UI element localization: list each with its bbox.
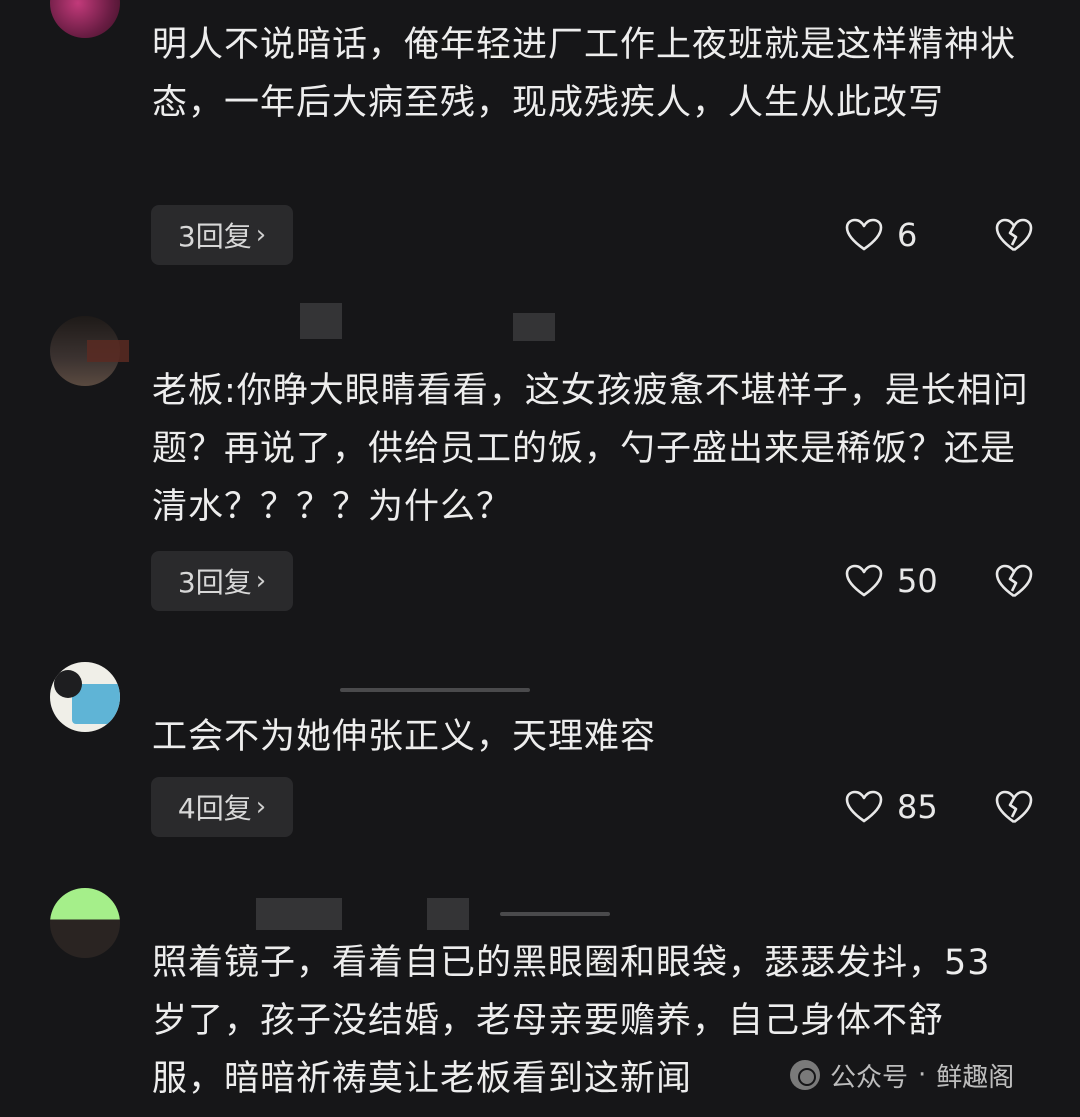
like-button[interactable]: 6 [845, 215, 917, 255]
heart-outline-icon [845, 564, 883, 597]
like-button[interactable]: 50 [845, 561, 938, 601]
reply-button[interactable]: 3回复 › [151, 551, 293, 611]
chevron-right-icon: › [255, 220, 267, 250]
wechat-official-account-icon [790, 1060, 820, 1090]
username-redacted [256, 898, 342, 930]
chevron-right-icon: › [255, 566, 267, 596]
avatar[interactable] [50, 662, 120, 732]
avatar[interactable] [50, 0, 120, 38]
reply-label: 4回复 [177, 792, 252, 825]
watermark-account-name: 鲜趣阁 [936, 1062, 1015, 1093]
comment-text: 明人不说暗话，俺年轻进厂工作上夜班就是这样精神状态，一年后大病至残，现成残疾人，… [152, 25, 1017, 123]
watermark-account-label: 公众号 [830, 1062, 909, 1093]
avatar[interactable] [50, 888, 120, 958]
comment-text: 工会不为她伸张正义，天理难容 [152, 717, 657, 757]
heart-outline-icon [845, 218, 883, 251]
reply-label: 3回复 [177, 220, 252, 253]
username-redacted [340, 688, 530, 692]
watermark: 公众号 · 鲜趣阁 [790, 1055, 1014, 1095]
like-count: 50 [897, 562, 938, 600]
like-count: 6 [897, 216, 918, 254]
chevron-right-icon: › [255, 792, 267, 822]
username-redacted [500, 912, 610, 916]
username-redacted [87, 340, 129, 362]
username-redacted [300, 303, 342, 339]
broken-heart-icon[interactable] [994, 787, 1034, 827]
reply-button[interactable]: 3回复 › [151, 205, 293, 265]
like-button[interactable]: 85 [845, 787, 938, 827]
broken-heart-icon[interactable] [994, 561, 1034, 601]
avatar-art [54, 670, 82, 698]
username-redacted [427, 898, 469, 930]
like-count: 85 [897, 788, 938, 826]
watermark-separator: · [918, 1060, 927, 1090]
broken-heart-icon[interactable] [994, 215, 1034, 255]
username-redacted [513, 313, 555, 341]
heart-outline-icon [845, 790, 883, 823]
comment-text: 老板:你睁大眼睛看看，这女孩疲惫不堪样子，是长相问题？再说了，供给员工的饭，勺子… [152, 371, 1029, 527]
reply-label: 3回复 [177, 566, 252, 599]
reply-button[interactable]: 4回复 › [151, 777, 293, 837]
